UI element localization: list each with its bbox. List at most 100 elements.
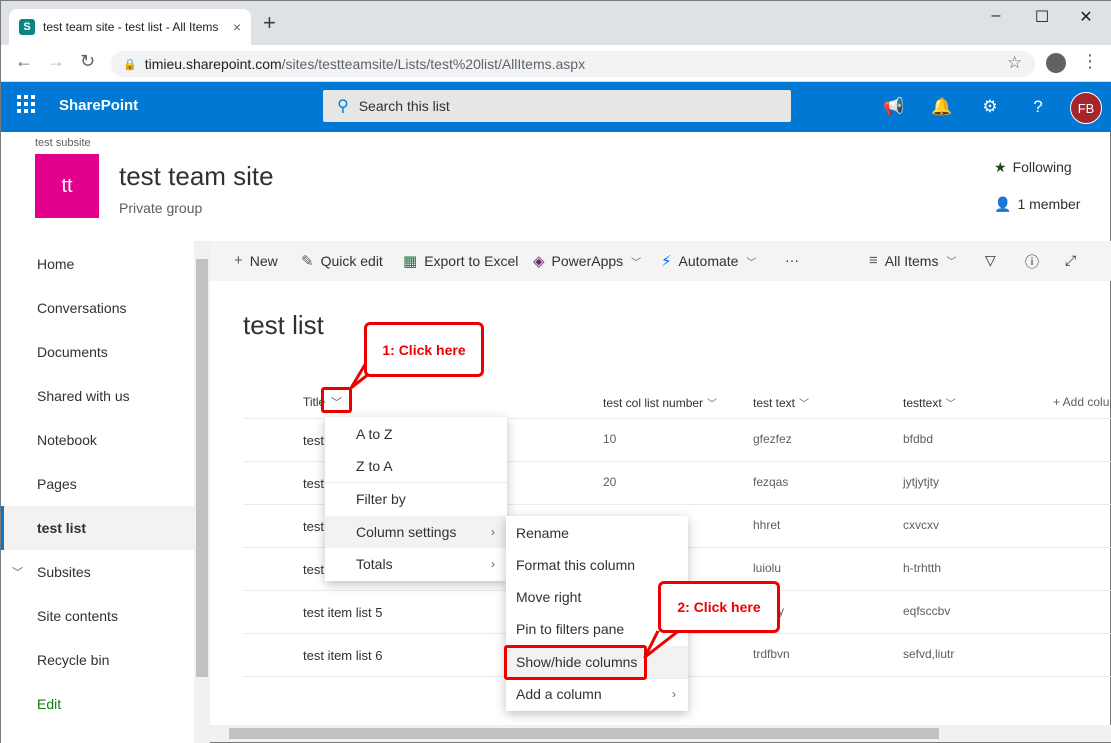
automate-label: Automate xyxy=(678,253,739,269)
horizontal-scroll-thumb[interactable] xyxy=(229,728,939,739)
column-context-menu: A to Z Z to A Filter by Column settings … xyxy=(325,417,507,581)
column-header-label: test text xyxy=(753,395,796,410)
row-2-title[interactable]: test xyxy=(303,476,324,491)
row-1-title[interactable]: test xyxy=(303,433,324,448)
new-tab-button[interactable]: + xyxy=(263,12,276,34)
url-field[interactable]: 🔒 timieu.sharepoint.com/sites/testteamsi… xyxy=(111,51,1035,77)
minimize-button[interactable]: – xyxy=(973,7,1019,27)
sharepoint-brand[interactable]: SharePoint xyxy=(59,97,138,114)
menu-item-a-to-z[interactable]: A to Z xyxy=(325,418,507,450)
quick-edit-button[interactable]: ✎ Quick edit xyxy=(301,252,383,270)
view-list-icon: ≡ xyxy=(869,252,878,269)
row-5-title[interactable]: test item list 5 xyxy=(303,605,382,620)
menu-item-z-to-a[interactable]: Z to A xyxy=(325,450,507,482)
view-selector[interactable]: ≡ All Items ﹀ xyxy=(869,252,956,269)
expand-icon[interactable]: ⤢ xyxy=(1065,252,1076,269)
callout-step-2: 2: Click here xyxy=(658,581,780,633)
star-icon: ★ xyxy=(994,159,1007,175)
close-window-button[interactable]: ✕ xyxy=(1063,7,1109,27)
automate-button[interactable]: ⚡ Automate ﹀ xyxy=(661,252,756,270)
site-title[interactable]: test team site xyxy=(119,161,274,192)
subsite-breadcrumb[interactable]: test subsite xyxy=(35,137,91,149)
column-header-number[interactable]: test col list number ﹀ xyxy=(603,395,717,411)
avatar[interactable]: FB xyxy=(1070,92,1102,124)
menu-item-column-settings[interactable]: Column settings › xyxy=(325,516,507,548)
menu-item-add-column[interactable]: Add a column › xyxy=(506,678,688,710)
export-excel-button[interactable]: ▦ Export to Excel xyxy=(403,252,518,270)
sharepoint-favicon: S xyxy=(19,19,35,35)
nav-edit-link[interactable]: Edit xyxy=(1,682,194,726)
back-icon[interactable]: ← xyxy=(15,51,33,72)
nav-item-shared-with-us[interactable]: Shared with us xyxy=(1,374,194,418)
nav-item-test-list[interactable]: test list xyxy=(1,506,194,550)
row-1-text2: bfdbd xyxy=(903,432,934,446)
powerapps-label: PowerApps xyxy=(551,253,624,269)
tab-title: test team site - test list - All Items xyxy=(43,20,219,34)
reload-icon[interactable]: ↻ xyxy=(80,51,95,72)
nav-item-home[interactable]: Home xyxy=(1,242,194,286)
show-hide-highlight xyxy=(504,645,647,680)
add-column-header[interactable]: + Add column xyxy=(1053,395,1111,409)
row-2-number: 20 xyxy=(603,475,617,489)
bell-icon[interactable]: 🔔 xyxy=(931,97,953,117)
forward-icon[interactable]: → xyxy=(47,51,65,72)
nav-item-conversations[interactable]: Conversations xyxy=(1,286,194,330)
row-6-text: trdfbvn xyxy=(753,647,790,661)
megaphone-icon[interactable]: 📢 xyxy=(883,97,905,117)
chevron-right-icon: › xyxy=(491,525,495,539)
excel-icon: ▦ xyxy=(403,253,418,270)
lock-icon: 🔒 xyxy=(123,58,137,71)
chevron-right-icon: › xyxy=(491,557,495,571)
vertical-scroll-thumb[interactable] xyxy=(196,259,208,677)
new-button[interactable]: + New xyxy=(234,252,278,269)
view-label: All Items xyxy=(884,252,939,269)
powerapps-button[interactable]: ◈ PowerApps ﹀ xyxy=(533,252,641,270)
row-2-text: fezqas xyxy=(753,475,789,489)
nav-item-site-contents[interactable]: Site contents xyxy=(1,594,194,638)
row-1-text: gfezfez xyxy=(753,432,792,446)
menu-item-rename[interactable]: Rename xyxy=(506,517,688,549)
nav-item-pages[interactable]: Pages xyxy=(1,462,194,506)
menu-item-label: Add a column xyxy=(516,686,602,702)
members-button[interactable]: 👤 1 member xyxy=(994,196,1080,213)
following-button[interactable]: ★ Following xyxy=(994,159,1072,176)
site-subtitle: Private group xyxy=(119,200,203,216)
left-navigation: Home Conversations Documents Shared with… xyxy=(1,241,194,743)
members-label: 1 member xyxy=(1017,196,1081,212)
row-4-title[interactable]: test xyxy=(303,562,324,577)
chevron-down-icon: ﹀ xyxy=(799,399,810,410)
nav-item-recycle-bin[interactable]: Recycle bin xyxy=(1,638,194,682)
row-3-title[interactable]: test xyxy=(303,519,324,534)
plus-icon: + xyxy=(234,252,243,269)
row-3-text: hhret xyxy=(753,518,781,532)
search-box[interactable]: ⚲ Search this list xyxy=(323,90,791,122)
maximize-button[interactable]: ☐ xyxy=(1019,7,1065,27)
following-label: Following xyxy=(1012,159,1072,175)
row-1-number: 10 xyxy=(603,432,617,446)
filter-icon[interactable]: ▽ xyxy=(985,252,996,269)
column-header-testtext[interactable]: testtext ﹀ xyxy=(903,395,956,411)
site-logo[interactable]: tt xyxy=(35,154,99,218)
nav-item-notebook[interactable]: Notebook xyxy=(1,418,194,462)
row-6-title[interactable]: test item list 6 xyxy=(303,648,382,663)
more-commands-button[interactable]: ··· xyxy=(785,252,799,268)
help-icon[interactable]: ? xyxy=(1027,97,1049,117)
quick-edit-label: Quick edit xyxy=(320,253,383,269)
pencil-icon: ✎ xyxy=(301,253,314,270)
browser-tab[interactable]: S test team site - test list - All Items… xyxy=(9,9,251,45)
info-icon[interactable]: ⓘ xyxy=(1025,252,1039,272)
browser-menu-icon[interactable]: ⋮ xyxy=(1081,51,1099,72)
account-icon[interactable] xyxy=(1046,53,1066,73)
person-icon: 👤 xyxy=(994,196,1012,212)
nav-item-documents[interactable]: Documents xyxy=(1,330,194,374)
menu-item-totals[interactable]: Totals › xyxy=(325,548,507,580)
row-5-text2: eqfsccbv xyxy=(903,604,951,618)
menu-item-filter-by[interactable]: Filter by xyxy=(325,483,507,515)
tab-close-icon[interactable]: × xyxy=(233,19,241,35)
menu-item-format-column[interactable]: Format this column xyxy=(506,549,688,581)
bookmark-star-icon[interactable]: ☆ xyxy=(1007,53,1022,73)
column-header-test-text[interactable]: test text ﹀ xyxy=(753,395,810,411)
gear-icon[interactable]: ⚙ xyxy=(979,97,1001,117)
waffle-icon[interactable] xyxy=(17,95,35,113)
nav-item-subsites[interactable]: ﹀ Subsites xyxy=(1,550,194,594)
